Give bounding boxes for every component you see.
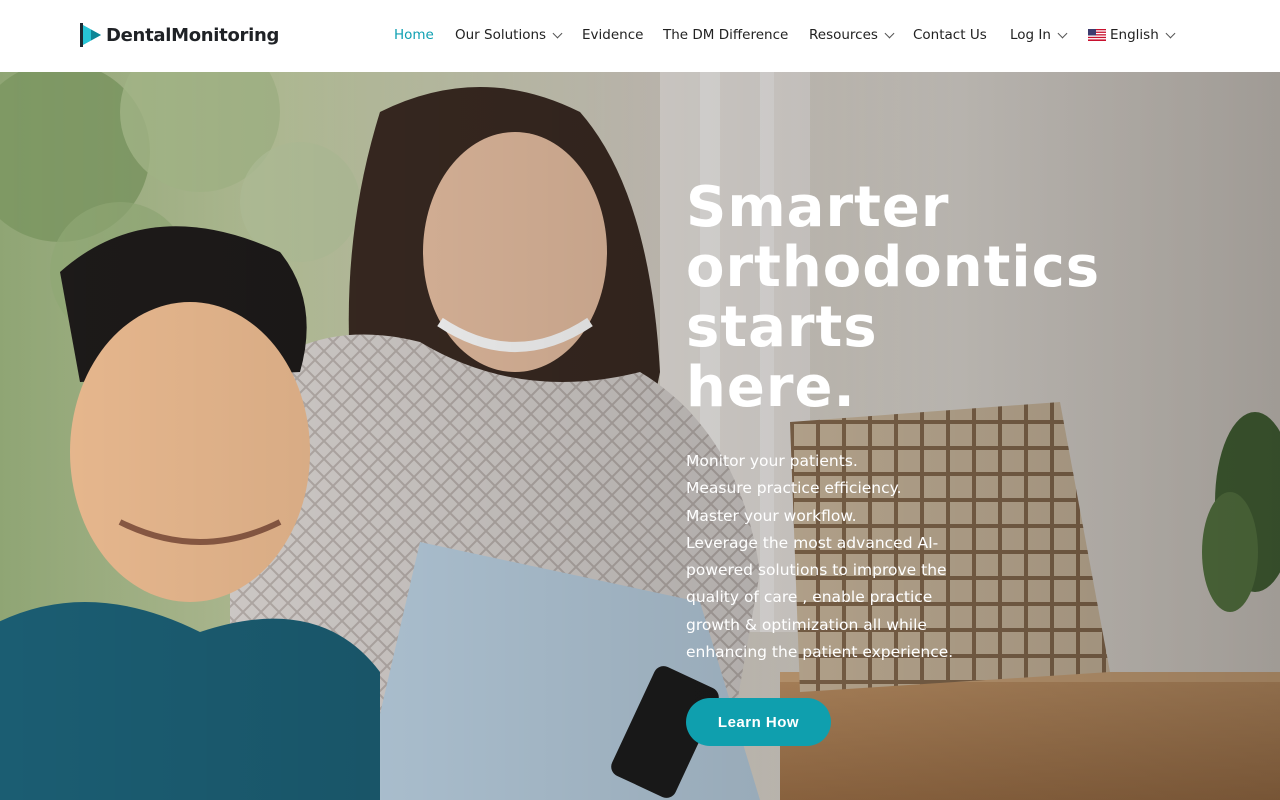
nav-our-solutions[interactable]: Our Solutions [455, 24, 563, 46]
nav-dm-difference-label: The DM Difference [663, 27, 789, 43]
hero-copy: Monitor your patients. Measure practice … [686, 448, 986, 666]
hero-title: Smarter orthodontics starts here. [686, 178, 1106, 418]
nav-contact-us[interactable]: Contact Us [913, 24, 987, 46]
nav-home[interactable]: Home [394, 24, 434, 46]
language-selector[interactable]: English [1088, 24, 1176, 46]
hero-copy-line: Master your workflow. [686, 506, 857, 525]
main-nav: Home Our Solutions Evidence The DM Diffe… [0, 0, 1280, 72]
nav-contact-us-label: Contact Us [913, 27, 987, 43]
chevron-down-icon [1165, 28, 1176, 38]
hero-copy-line: Leverage the most advanced AI-powered so… [686, 533, 954, 662]
nav-evidence-label: Evidence [582, 27, 644, 43]
nav-evidence[interactable]: Evidence [582, 24, 643, 46]
chevron-down-icon [884, 28, 895, 38]
chevron-down-icon [1057, 28, 1068, 38]
language-label: English [1110, 27, 1159, 43]
nav-our-solutions-label: Our Solutions [455, 27, 547, 43]
hero-copy-line: Monitor your patients. [686, 452, 858, 470]
hero-title-line: here. [686, 355, 856, 420]
learn-how-button[interactable]: Learn How [686, 698, 831, 746]
hero-section: Smarter orthodontics starts here. Monito… [0, 72, 1280, 800]
hero-title-line: starts [686, 295, 878, 360]
nav-resources-label: Resources [809, 27, 878, 43]
nav-dm-difference[interactable]: The DM Difference [663, 24, 788, 46]
nav-log-in-label: Log In [1010, 27, 1051, 43]
hero-title-line: Smarter [686, 175, 950, 240]
nav-log-in[interactable]: Log In [1010, 24, 1068, 46]
nav-home-label: Home [394, 27, 434, 43]
hero-content: Smarter orthodontics starts here. Monito… [686, 178, 1106, 746]
hero-copy-line: Measure practice efficiency. [686, 479, 902, 498]
chevron-down-icon [552, 28, 563, 38]
hero-title-line: orthodontics [686, 235, 1101, 300]
site-header: DentalMonitoring Home Our Solutions Evid… [0, 0, 1280, 72]
us-flag-icon [1088, 29, 1106, 41]
nav-resources[interactable]: Resources [809, 24, 895, 46]
